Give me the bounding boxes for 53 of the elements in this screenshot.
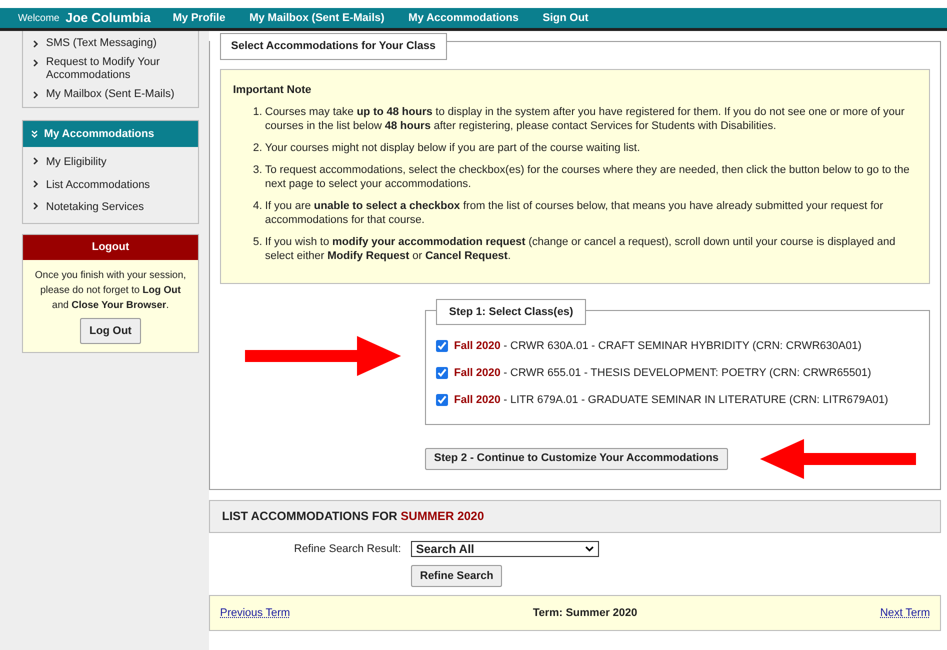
course-checkbox[interactable]: [436, 340, 448, 352]
chevron-icon: [33, 91, 39, 99]
refine-select[interactable]: Search All: [411, 540, 599, 557]
sidebar-link[interactable]: My Mailbox (Sent E-Mails): [46, 88, 174, 101]
course-checkbox[interactable]: [436, 394, 448, 406]
refine-search-button[interactable]: Refine Search: [411, 565, 502, 587]
chevron-icon: [33, 202, 39, 210]
note-text: If you are unable to select a checkbox from the list of courses below, that means you have already submitted your request for accommodations for that course.: [265, 198, 884, 226]
step1-legend: Step 1: Select Class(es): [436, 298, 586, 325]
continue-button[interactable]: Step 2 - Continue to Customize Your Accommodations: [425, 448, 728, 470]
course-label: Fall 2020 - CRWR 630A.01 - CRAFT SEMINAR HYBRIDITY (CRN: CRWR630A01): [454, 338, 862, 354]
arrow-icon: [242, 336, 402, 376]
previous-term-link[interactable]: Previous Term: [220, 604, 290, 622]
sidebar-link[interactable]: List Accommodations: [46, 176, 150, 193]
logout-header: Logout: [23, 234, 198, 260]
next-term-link[interactable]: Next Term: [880, 604, 930, 622]
user-name: Joe Columbia: [66, 9, 151, 28]
note-number: 3.: [253, 162, 264, 178]
note-text: Your courses might not display below if you are part of the course waiting list.: [265, 140, 640, 154]
section-title: My Accommodations: [44, 126, 154, 142]
arrow-icon: [758, 438, 918, 478]
course-checkbox[interactable]: [436, 367, 448, 379]
note-number: 4.: [253, 198, 264, 214]
nav-link[interactable]: Sign Out: [542, 10, 588, 26]
nav-link[interactable]: My Accommodations: [408, 10, 519, 26]
chevron-icon: [33, 40, 39, 48]
refine-label: Refine Search Result:: [293, 542, 401, 556]
welcome-label: Welcome: [18, 12, 60, 26]
current-term: Term: Summer 2020: [532, 606, 638, 621]
list-heading: LIST ACCOMMODATIONS FOR SUMMER 2020: [222, 508, 484, 525]
sidebar-link[interactable]: Notetaking Services: [46, 199, 144, 216]
course-label: Fall 2020 - CRWR 655.01 - THESIS DEVELOPMENT: POETRY (CRN: CRWR65501): [454, 366, 872, 381]
note-number: 1.: [253, 104, 264, 120]
chevron-icon: [33, 180, 39, 188]
chevron-icon: [33, 59, 39, 67]
nav-link[interactable]: My Profile: [172, 10, 226, 26]
course-label: Fall 2020 - LITR 679A.01 - GRADUATE SEMINAR IN LITERATURE (CRN: LITR679A01): [454, 392, 888, 408]
log-out-button[interactable]: Log Out: [80, 318, 141, 344]
logout-message: Once you finish with your session, please do not forget to Log Out and Close Your Browser.: [34, 268, 188, 312]
note-title: Important Note: [233, 83, 312, 98]
note-number: 2.: [253, 140, 264, 154]
note-text: If you wish to modify your accommodation request (change or cancel a request), scroll down until your course is displayed and select either Modify Request or Cancel Request.: [265, 234, 896, 262]
note-text: Courses may take up to 48 hours to display in the system after you have registered for them. If you do not see one or more of your courses in the list below 48 hours after registering, please contact Services for Students with Disabilities.: [265, 104, 906, 132]
sidebar-link[interactable]: Request to Modify Your Accommodations: [46, 56, 198, 82]
panel-legend: Select Accommodations for Your Class: [220, 33, 447, 60]
sidebar-link[interactable]: My Eligibility: [46, 154, 107, 170]
note-number: 5.: [253, 234, 264, 250]
chevron-icon: [33, 157, 39, 165]
nav-link[interactable]: My Mailbox (Sent E-Mails): [249, 10, 384, 26]
note-text: To request accommodations, select the checkbox(es) for the courses where they are needed, then click the button below to go to the next page to select your accommodations.: [265, 162, 910, 190]
sidebar-link[interactable]: SMS (Text Messaging): [46, 37, 157, 50]
section-header[interactable]: My Accommodations: [23, 121, 198, 147]
dropdown-caret-icon: [585, 546, 594, 552]
